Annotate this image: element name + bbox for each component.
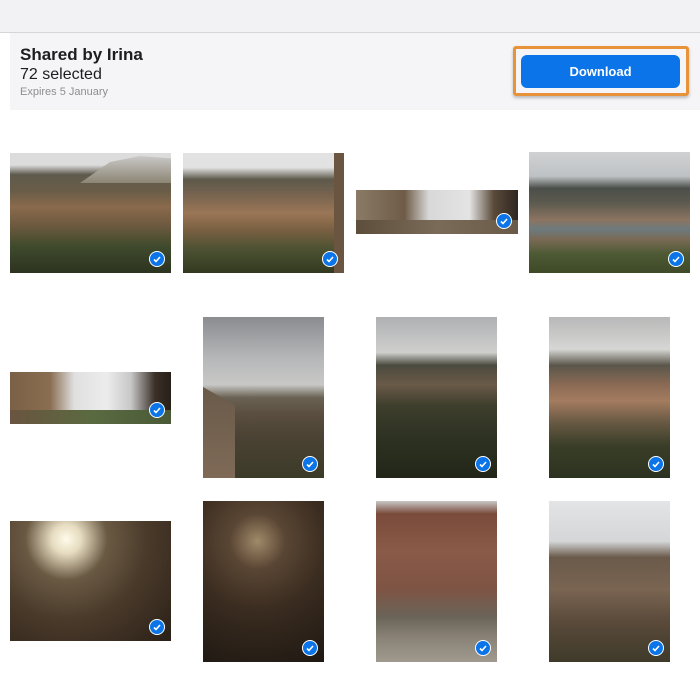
expires-label: Expires 5 January (20, 86, 109, 98)
photo-thumbnail[interactable] (10, 521, 171, 641)
photo-thumbnail[interactable] (10, 372, 171, 424)
photo-thumbnail[interactable] (376, 501, 497, 662)
selected-check-icon (149, 619, 165, 635)
selected-check-icon (475, 456, 491, 472)
selected-check-icon (302, 456, 318, 472)
share-title: Shared by Irina (20, 45, 143, 64)
selected-check-icon (668, 251, 684, 267)
selected-count: 72 selected (20, 66, 102, 83)
selected-check-icon (475, 640, 491, 656)
selected-check-icon (149, 251, 165, 267)
selected-check-icon (496, 213, 512, 229)
photo-thumbnail[interactable] (203, 501, 324, 662)
photo-thumbnail[interactable] (356, 190, 518, 234)
selected-check-icon (648, 456, 664, 472)
photo-thumbnail[interactable] (549, 317, 670, 478)
selected-check-icon (302, 640, 318, 656)
photo-thumbnail[interactable] (376, 317, 497, 478)
photo-thumbnail[interactable] (549, 501, 670, 662)
photo-thumbnail[interactable] (10, 153, 171, 273)
photo-thumbnail[interactable] (529, 152, 690, 273)
selected-check-icon (322, 251, 338, 267)
photo-thumbnail[interactable] (203, 317, 324, 478)
top-bar (0, 0, 700, 33)
selected-check-icon (149, 402, 165, 418)
photo-thumbnail[interactable] (183, 153, 344, 273)
download-button[interactable]: Download (521, 55, 680, 88)
selected-check-icon (648, 640, 664, 656)
